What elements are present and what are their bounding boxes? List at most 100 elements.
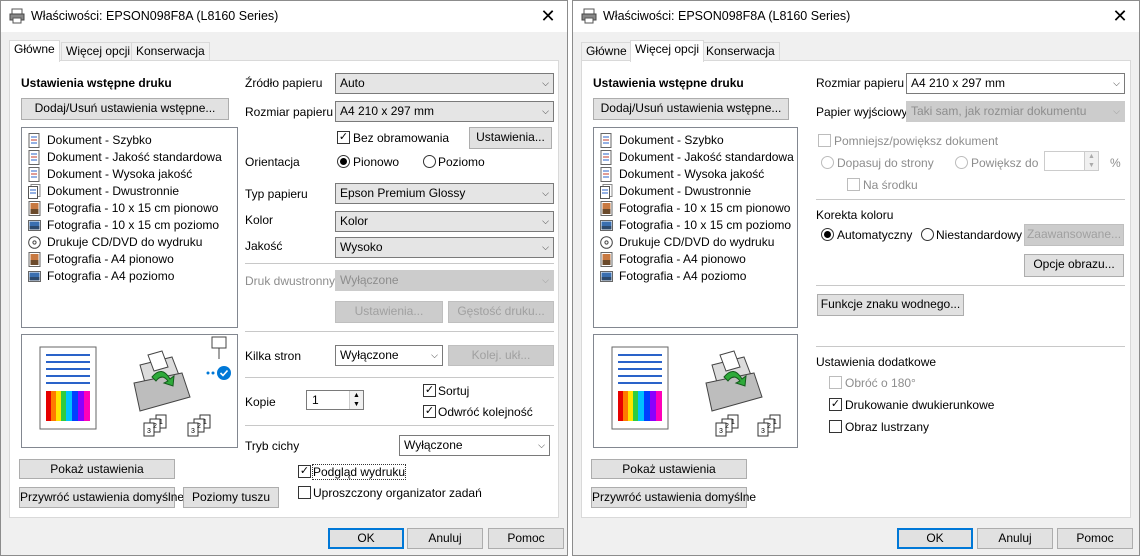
close-icon[interactable]: ✕ [535,4,561,28]
image-options-button[interactable]: Opcje obrazu... [1024,254,1124,277]
restore-defaults-button[interactable]: Przywróć ustawienia domyślne [19,487,184,508]
cancel-button[interactable]: Anuluj [977,528,1053,549]
ok-button[interactable]: OK [328,528,404,549]
quiet-mode-select[interactable]: Wyłączone ⌵ [399,435,550,456]
reverse-order-checkbox[interactable]: ✓ [423,405,436,418]
chevron-down-icon: ⌵ [542,275,549,285]
duplex-label: Druk dwustronny [245,274,336,288]
ink-levels-button[interactable]: Poziomy tuszu [183,487,279,508]
rotate-180-label: Obróć o 180° [845,376,916,390]
presets-title: Ustawienia wstępne druku [21,76,172,90]
svg-text:3: 3 [719,428,723,435]
center-checkbox[interactable] [847,178,860,191]
print-preview-graphic: 123 123 [21,334,238,448]
mirror-image-label: Obraz lustrzany [845,420,930,434]
output-paper-select[interactable]: Taki sam, jak rozmiar dokumentu ⌵ [906,101,1125,122]
divider [245,425,554,426]
zoom-to-radio[interactable] [955,156,968,169]
landscape-radio[interactable] [423,155,436,168]
svg-text:3: 3 [147,428,151,435]
show-settings-button[interactable]: Pokaż ustawienia [19,459,175,479]
list-item-label: Dokument - Wysoka jakość [619,167,765,181]
photo-landscape-icon [28,271,41,282]
advanced-button[interactable]: Zaawansowane... [1024,224,1124,246]
tab-more-options[interactable]: Więcej opcji [630,40,705,62]
borderless-settings-button[interactable]: Ustawienia... [469,127,552,149]
page-order-button[interactable]: Kolej. ukł... [448,345,554,366]
fit-to-page-radio[interactable] [821,156,834,169]
spin-up-icon[interactable]: ▲ [349,391,363,400]
print-density-button[interactable]: Gęstość druku... [448,301,554,323]
title-bar: Właściwości: EPSON098F8A (L8160 Series) … [573,1,1139,32]
svg-text:1: 1 [159,419,163,426]
job-arranger-checkbox[interactable] [298,486,311,499]
paper-size-select[interactable]: A4 210 x 297 mm ⌵ [335,101,554,122]
presets-list[interactable]: Dokument - Szybko Dokument - Jakość stan… [593,127,798,328]
watermark-button[interactable]: Funkcje znaku wodnego... [817,294,964,316]
borderless-label: Bez obramowania [353,131,450,145]
bidirectional-checkbox[interactable]: ✓ [829,398,842,411]
photo-portrait-icon [28,201,41,216]
reduce-enlarge-label: Pomniejsz/powiększ dokument [834,134,999,148]
list-item-label: Fotografia - A4 pionowo [47,252,174,266]
restore-defaults-button[interactable]: Przywróć ustawienia domyślne [591,487,756,508]
tab-main[interactable]: Główne [581,42,632,60]
add-remove-presets-button[interactable]: Dodaj/Usuń ustawienia wstępne... [21,98,229,120]
paper-source-select[interactable]: Auto ⌵ [335,73,554,94]
zoom-percent-stepper[interactable]: ▲ ▼ [1044,151,1099,171]
collate-checkbox[interactable]: ✓ [423,384,436,397]
cancel-button[interactable]: Anuluj [407,528,483,549]
landscape-label: Poziomo [438,155,485,169]
tab-maintenance[interactable]: Konserwacja [131,42,210,60]
spin-down-icon[interactable]: ▼ [1084,161,1098,170]
tab-more-options[interactable]: Więcej opcji [61,42,136,60]
divider [245,377,554,378]
tab-maintenance[interactable]: Konserwacja [701,42,780,60]
reduce-enlarge-checkbox[interactable] [818,134,831,147]
svg-text:1: 1 [203,419,207,426]
portrait-radio[interactable] [337,155,350,168]
window-title: Właściwości: EPSON098F8A (L8160 Series) [31,9,279,23]
paper-type-select[interactable]: Epson Premium Glossy ⌵ [335,183,554,204]
help-button[interactable]: Pomoc [488,528,564,549]
photo-portrait-icon [28,252,41,267]
help-button[interactable]: Pomoc [1057,528,1133,549]
photo-landscape-icon [28,220,41,231]
paper-size-label: Rozmiar papieru [245,105,334,119]
duplex-document-icon [600,184,613,199]
duplex-select[interactable]: Wyłączone ⌵ [335,270,554,291]
paper-size-select[interactable]: A4 210 x 297 mm ⌵ [906,73,1125,94]
add-remove-presets-button[interactable]: Dodaj/Usuń ustawienia wstępne... [593,98,789,120]
multipage-label: Kilka stron [245,349,302,363]
tab-main[interactable]: Główne [9,40,60,62]
output-paper-value: Taki sam, jak rozmiar dokumentu [911,104,1087,118]
copies-stepper[interactable]: 1 ▲ ▼ [306,390,364,410]
output-paper-label: Papier wyjściowy [816,105,908,119]
close-icon[interactable]: ✕ [1107,4,1133,28]
list-item-label: Dokument - Jakość standardowa [47,150,222,164]
duplex-settings-button[interactable]: Ustawienia... [335,301,443,323]
color-select[interactable]: Kolor ⌵ [335,211,554,232]
multipage-select[interactable]: Wyłączone ⌵ [335,345,443,366]
cd-icon [600,236,613,249]
spin-up-icon[interactable]: ▲ [1084,152,1098,161]
list-item-label: Fotografia - A4 poziomo [619,269,747,283]
presets-list[interactable]: Dokument - Szybko Dokument - Jakość stan… [21,127,238,328]
spin-down-icon[interactable]: ▼ [349,400,363,409]
rotate-180-checkbox[interactable] [829,376,842,389]
svg-text:2: 2 [197,423,201,430]
print-preview-checkbox[interactable]: ✓ [298,465,311,478]
chevron-down-icon: ⌵ [542,242,549,252]
automatic-radio[interactable] [821,228,834,241]
paper-type-value: Epson Premium Glossy [340,186,466,200]
show-settings-button[interactable]: Pokaż ustawienia [591,459,747,479]
mirror-image-checkbox[interactable] [829,420,842,433]
printer-icon [581,8,597,24]
custom-radio[interactable] [921,228,934,241]
svg-text:2: 2 [725,423,729,430]
divider [816,285,1125,286]
quality-select[interactable]: Wysoko ⌵ [335,237,554,258]
borderless-checkbox[interactable]: ✓ [337,131,350,144]
ok-button[interactable]: OK [897,528,973,549]
document-icon [28,167,40,182]
